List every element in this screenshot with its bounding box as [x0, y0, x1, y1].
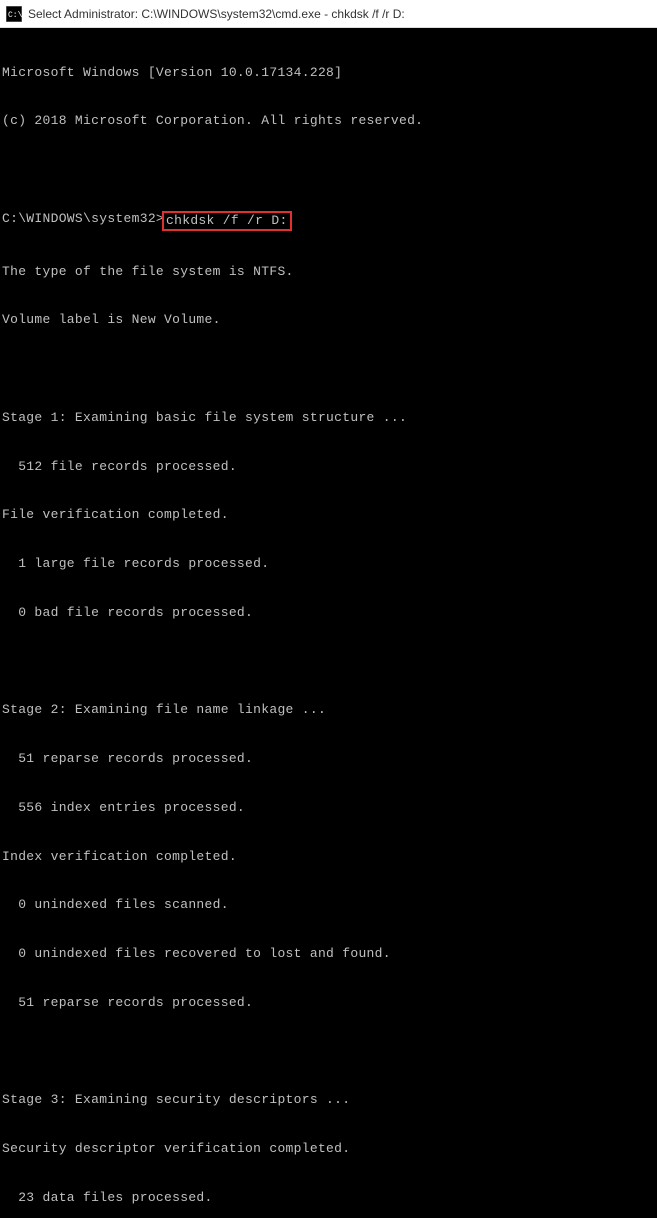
stage2-line: 0 unindexed files scanned. [2, 897, 655, 913]
version-line: Microsoft Windows [Version 10.0.17134.22… [2, 65, 655, 81]
command-text: chkdsk /f /r D: [166, 213, 288, 228]
stage1-line: 0 bad file records processed. [2, 605, 655, 621]
prompt-text: C:\WINDOWS\system32> [2, 211, 164, 231]
stage3-line: 23 data files processed. [2, 1190, 655, 1206]
prompt-line: C:\WINDOWS\system32>chkdsk /f /r D: [2, 211, 655, 231]
cmd-icon: C:\ [6, 6, 22, 22]
window-title: Select Administrator: C:\WINDOWS\system3… [28, 7, 405, 21]
volume-label-line: Volume label is New Volume. [2, 312, 655, 328]
stage3-line: Security descriptor verification complet… [2, 1141, 655, 1157]
stage2-line: 51 reparse records processed. [2, 995, 655, 1011]
blank-line [2, 654, 655, 670]
stage2-line: Index verification completed. [2, 849, 655, 865]
blank-line [2, 361, 655, 377]
blank-line [2, 1044, 655, 1060]
svg-text:C:\: C:\ [8, 11, 22, 20]
stage1-line: 512 file records processed. [2, 459, 655, 475]
stage2-line: 0 unindexed files recovered to lost and … [2, 946, 655, 962]
stage1-header: Stage 1: Examining basic file system str… [2, 410, 655, 426]
stage2-header: Stage 2: Examining file name linkage ... [2, 702, 655, 718]
command-highlight: chkdsk /f /r D: [162, 211, 292, 231]
stage3-header: Stage 3: Examining security descriptors … [2, 1092, 655, 1108]
stage2-line: 51 reparse records processed. [2, 751, 655, 767]
stage1-line: File verification completed. [2, 507, 655, 523]
stage1-line: 1 large file records processed. [2, 556, 655, 572]
stage2-line: 556 index entries processed. [2, 800, 655, 816]
fs-type-line: The type of the file system is NTFS. [2, 264, 655, 280]
copyright-line: (c) 2018 Microsoft Corporation. All righ… [2, 113, 655, 129]
window-titlebar: C:\ Select Administrator: C:\WINDOWS\sys… [0, 0, 657, 28]
terminal-output[interactable]: Microsoft Windows [Version 10.0.17134.22… [0, 28, 657, 1218]
blank-line [2, 162, 655, 178]
